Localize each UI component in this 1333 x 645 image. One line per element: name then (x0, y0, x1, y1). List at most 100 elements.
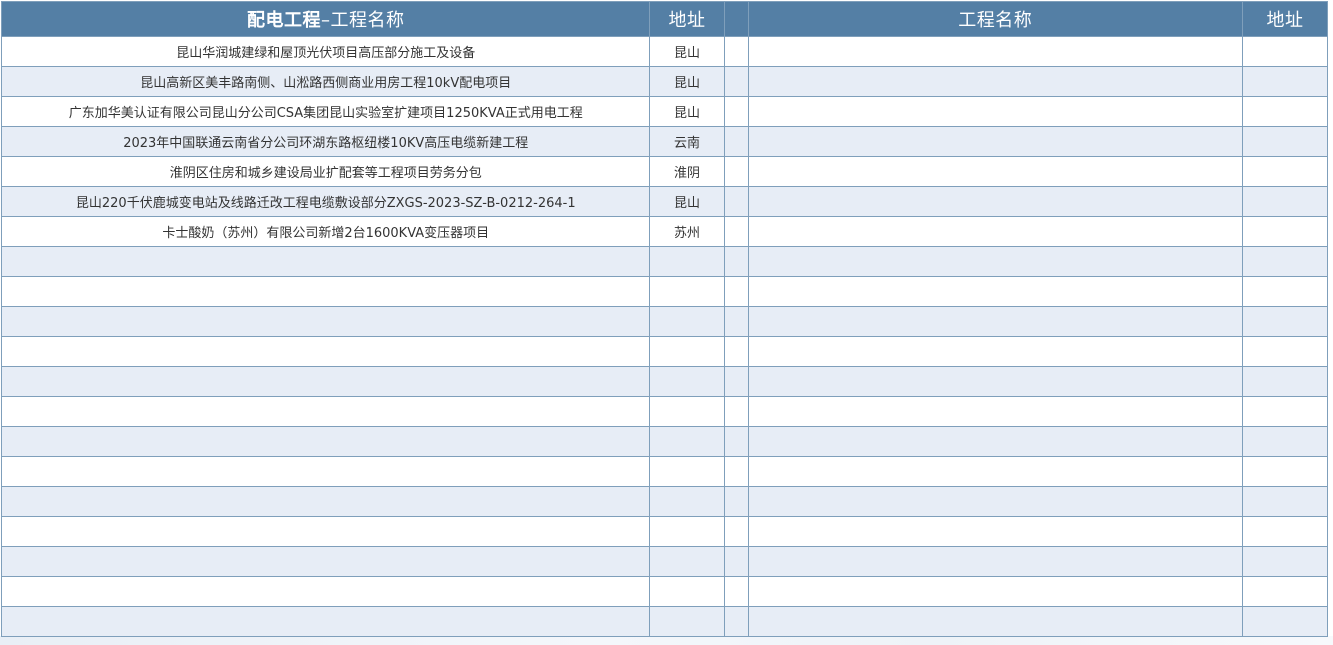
table-row: 2023年中国联通云南省分公司环湖东路枢纽楼10KV高压电缆新建工程 云南 (0, 126, 1329, 157)
address-cell (649, 606, 725, 637)
right-project-name-cell (747, 246, 1243, 277)
table-row (0, 606, 1329, 637)
project-name-cell: 淮阴区住房和城乡建设局业扩配套等工程项目劳务分包 (0, 156, 651, 187)
table-row: 昆山220千伏鹿城变电站及线路迁改工程电缆敷设部分ZXGS-2023-SZ-B-… (0, 186, 1329, 217)
gap-cell (723, 126, 749, 157)
project-name-cell (0, 426, 651, 457)
header-right-address: 地址 (1241, 1, 1329, 37)
project-name-cell (0, 456, 651, 487)
project-name-cell (0, 276, 651, 307)
right-project-name-cell (747, 546, 1243, 577)
right-project-name-cell (747, 606, 1243, 637)
table-header-row: 配电工程–工程名称 地址 工程名称 地址 (0, 1, 1329, 37)
gap-cell (723, 456, 749, 487)
right-address-cell (1241, 306, 1329, 337)
address-cell: 昆山 (649, 66, 725, 97)
project-name-cell: 2023年中国联通云南省分公司环湖东路枢纽楼10KV高压电缆新建工程 (0, 126, 651, 157)
right-address-cell (1241, 36, 1329, 67)
right-project-name-cell (747, 96, 1243, 127)
table-row (0, 546, 1329, 577)
address-cell (649, 366, 725, 397)
right-project-name-cell (747, 186, 1243, 217)
right-project-name-cell (747, 276, 1243, 307)
right-address-cell (1241, 216, 1329, 247)
right-address-cell (1241, 126, 1329, 157)
header-left-name-label: –工程名称 (320, 10, 405, 31)
gap-cell (723, 396, 749, 427)
project-name-cell: 卡士酸奶（苏州）有限公司新增2台1600KVA变压器项目 (0, 216, 651, 247)
table-row (0, 516, 1329, 547)
gap-cell (723, 306, 749, 337)
project-name-cell (0, 546, 651, 577)
table-row: 昆山高新区美丰路南侧、山淞路西侧商业用房工程10kV配电项目 昆山 (0, 66, 1329, 97)
project-name-cell (0, 366, 651, 397)
address-cell: 云南 (649, 126, 725, 157)
gap-cell (723, 186, 749, 217)
right-project-name-cell (747, 126, 1243, 157)
right-project-name-cell (747, 576, 1243, 607)
address-cell (649, 576, 725, 607)
table-row (0, 306, 1329, 337)
address-cell: 昆山 (649, 96, 725, 127)
project-name-cell: 广东加华美认证有限公司昆山分公司CSA集团昆山实验室扩建项目1250KVA正式用… (0, 96, 651, 127)
right-project-name-cell (747, 156, 1243, 187)
project-name-cell: 昆山220千伏鹿城变电站及线路迁改工程电缆敷设部分ZXGS-2023-SZ-B-… (0, 186, 651, 217)
right-project-name-cell (747, 516, 1243, 547)
table-row (0, 366, 1329, 397)
right-address-cell (1241, 606, 1329, 637)
gap-cell (723, 336, 749, 367)
right-address-cell (1241, 366, 1329, 397)
table-row: 昆山华润城建绿和屋顶光伏项目高压部分施工及设备 昆山 (0, 36, 1329, 67)
table-row: 广东加华美认证有限公司昆山分公司CSA集团昆山实验室扩建项目1250KVA正式用… (0, 96, 1329, 127)
table-row: 淮阴区住房和城乡建设局业扩配套等工程项目劳务分包 淮阴 (0, 156, 1329, 187)
gap-cell (723, 576, 749, 607)
table-row (0, 426, 1329, 457)
address-cell (649, 546, 725, 577)
gap-cell (723, 246, 749, 277)
project-name-cell: 昆山高新区美丰路南侧、山淞路西侧商业用房工程10kV配电项目 (0, 66, 651, 97)
right-address-cell (1241, 186, 1329, 217)
table-row (0, 336, 1329, 367)
right-address-cell (1241, 516, 1329, 547)
right-project-name-cell (747, 36, 1243, 67)
right-address-cell (1241, 576, 1329, 607)
gap-cell (723, 66, 749, 97)
address-cell: 昆山 (649, 186, 725, 217)
gap-cell (723, 216, 749, 247)
address-cell (649, 336, 725, 367)
bottom-background-band (0, 636, 1333, 645)
header-gap (723, 1, 749, 37)
gap-cell (723, 546, 749, 577)
project-name-cell: 昆山华润城建绿和屋顶光伏项目高压部分施工及设备 (0, 36, 651, 67)
table-row (0, 576, 1329, 607)
right-address-cell (1241, 156, 1329, 187)
address-cell (649, 276, 725, 307)
gap-cell (723, 276, 749, 307)
gap-cell (723, 156, 749, 187)
address-cell: 昆山 (649, 36, 725, 67)
project-name-cell (0, 576, 651, 607)
right-address-cell (1241, 456, 1329, 487)
header-right-project-name: 工程名称 (747, 1, 1243, 37)
table-row: 卡士酸奶（苏州）有限公司新增2台1600KVA变压器项目 苏州 (0, 216, 1329, 247)
right-address-cell (1241, 66, 1329, 97)
right-address-cell (1241, 336, 1329, 367)
right-project-name-cell (747, 396, 1243, 427)
right-project-name-cell (747, 336, 1243, 367)
project-name-cell (0, 516, 651, 547)
right-project-name-cell (747, 456, 1243, 487)
address-cell (649, 306, 725, 337)
address-cell: 淮阴 (649, 156, 725, 187)
gap-cell (723, 36, 749, 67)
address-cell (649, 426, 725, 457)
right-project-name-cell (747, 366, 1243, 397)
table-row (0, 456, 1329, 487)
address-cell: 苏州 (649, 216, 725, 247)
gap-cell (723, 606, 749, 637)
right-address-cell (1241, 426, 1329, 457)
table-row (0, 396, 1329, 427)
right-address-cell (1241, 396, 1329, 427)
project-name-cell (0, 606, 651, 637)
project-name-cell (0, 246, 651, 277)
address-cell (649, 486, 725, 517)
